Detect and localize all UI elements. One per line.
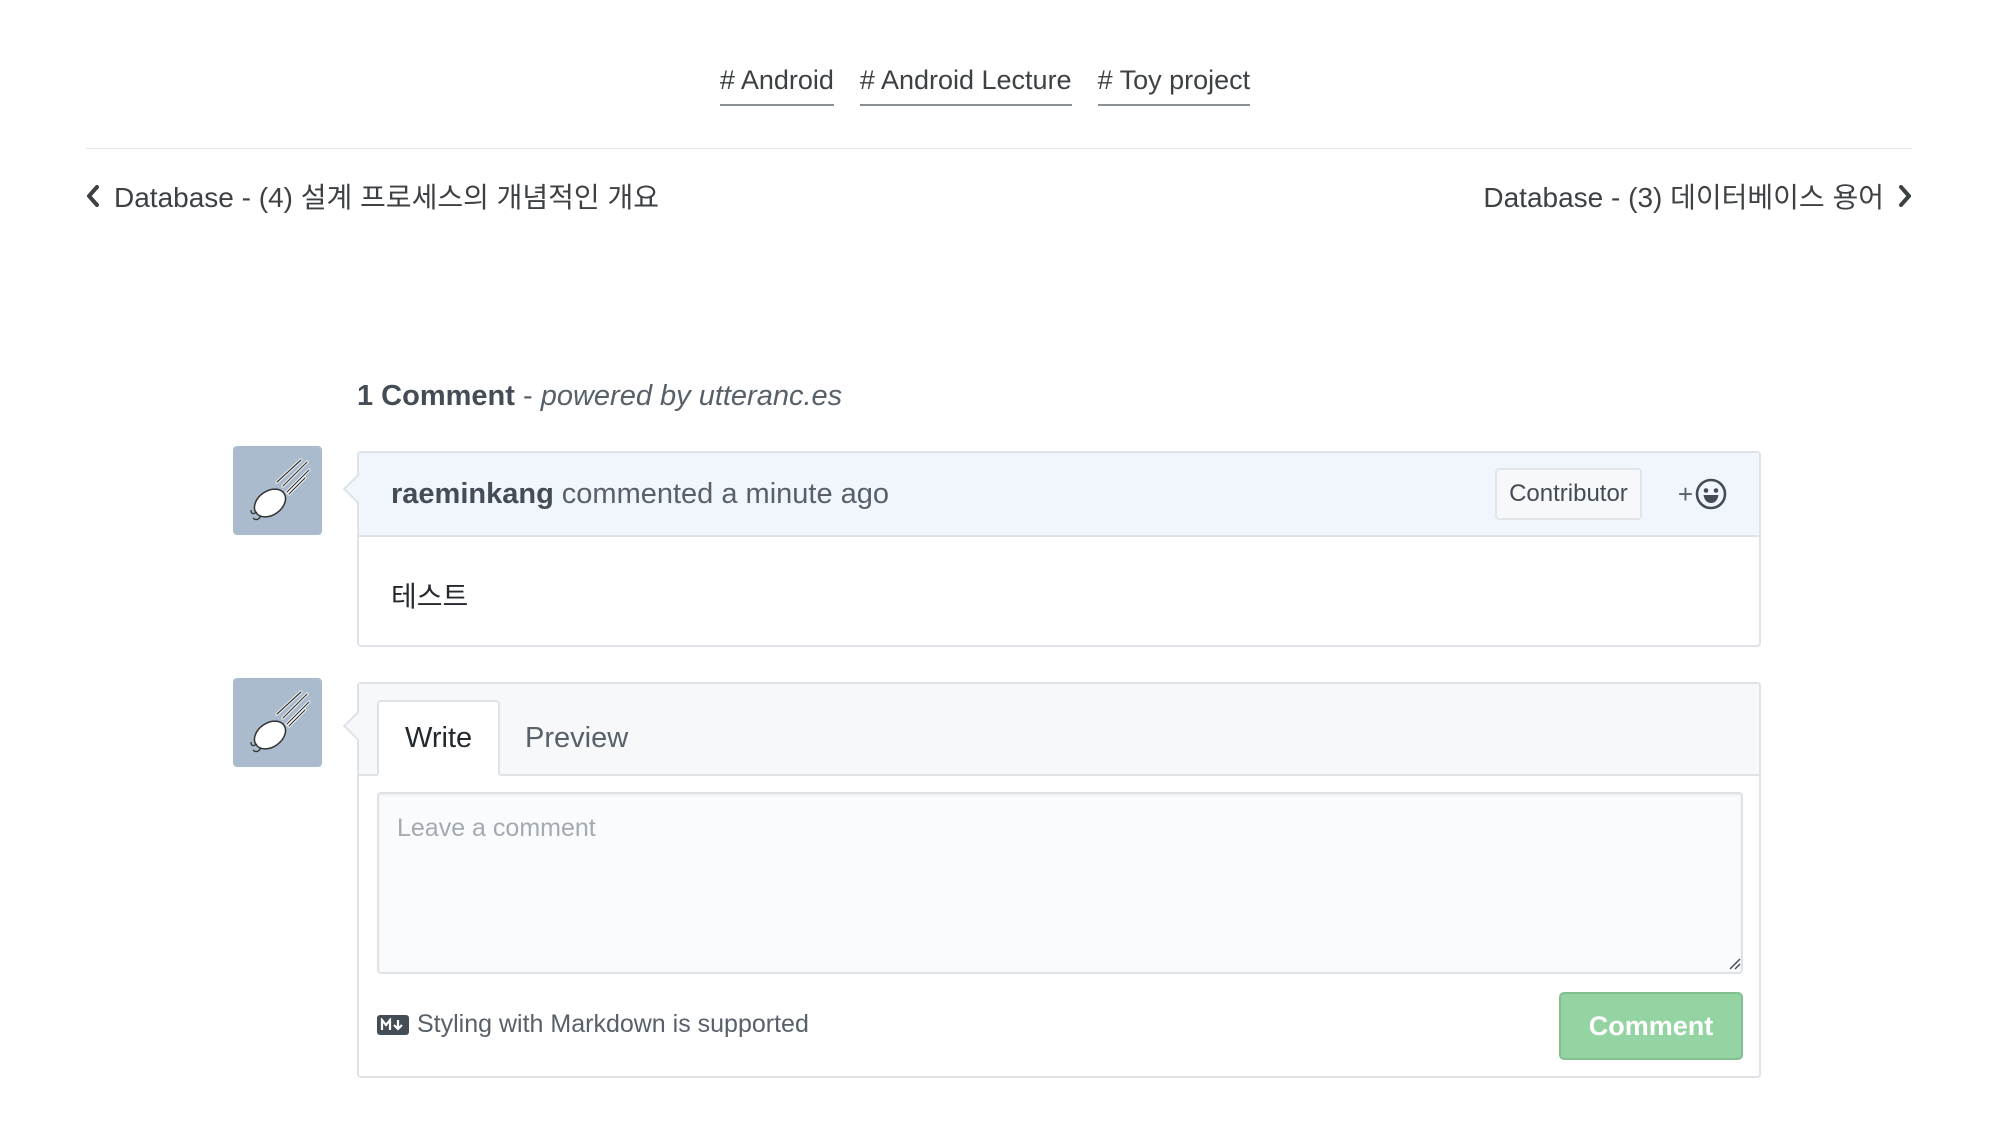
tab-write[interactable]: Write: [377, 700, 501, 776]
comment-author[interactable]: raeminkang: [391, 478, 554, 511]
tag-android-lecture[interactable]: # Android Lecture: [859, 65, 1072, 106]
tag-android[interactable]: # Android: [719, 65, 834, 106]
previous-post-link[interactable]: Database - (4) 설계 프로세스의 개념적인 개요: [86, 176, 659, 216]
powered-by-link[interactable]: powered by utteranc.es: [541, 380, 842, 412]
markdown-help-link[interactable]: Styling with Markdown is supported: [377, 1010, 809, 1039]
comment-submit-button[interactable]: Comment: [1559, 992, 1743, 1060]
comet-avatar-icon: [249, 458, 310, 520]
comment-count-header: 1 Comment - powered by utteranc.es: [357, 380, 842, 413]
chevron-right-icon: [1898, 185, 1912, 207]
tab-preview[interactable]: Preview: [499, 700, 654, 776]
add-reaction-button[interactable]: +: [1678, 478, 1727, 510]
comment-timestamp[interactable]: commented a minute ago: [562, 478, 889, 511]
current-user-avatar[interactable]: [233, 678, 322, 767]
comment-count: 1 Comment: [357, 380, 515, 412]
comment-body: 테스트: [391, 581, 469, 612]
resize-handle-icon[interactable]: [1727, 956, 1741, 970]
next-post-link[interactable]: Database - (3) 데이터베이스 용어: [1483, 176, 1912, 216]
new-comment-form: Write Preview Styling with Markdown is s…: [342, 682, 1761, 1078]
chevron-left-icon: [86, 185, 100, 207]
divider: [86, 148, 1912, 149]
previous-post-title: Database - (4) 설계 프로세스의 개념적인 개요: [114, 182, 659, 213]
contributor-badge: Contributor: [1495, 468, 1642, 520]
smiley-icon: [1695, 478, 1727, 510]
header-separator: -: [514, 380, 541, 412]
reaction-plus: +: [1677, 478, 1693, 509]
post-navigation: Database - (4) 설계 프로세스의 개념적인 개요 Database…: [86, 176, 1912, 216]
tag-list: # Android # Android Lecture # Toy projec…: [0, 65, 2010, 106]
comet-avatar-icon: [249, 690, 310, 752]
comment-header: raeminkang commented a minute ago Contri…: [359, 453, 1759, 537]
comment-card: raeminkang commented a minute ago Contri…: [342, 451, 1761, 647]
tag-toy-project[interactable]: # Toy project: [1097, 65, 1251, 106]
comment-author-avatar[interactable]: [233, 446, 322, 535]
markdown-note-text: Styling with Markdown is supported: [417, 1010, 809, 1038]
comment-textarea[interactable]: [377, 792, 1743, 974]
markdown-icon: [377, 1014, 409, 1035]
editor-tabs: Write Preview: [359, 684, 1759, 776]
next-post-title: Database - (3) 데이터베이스 용어: [1483, 182, 1884, 213]
